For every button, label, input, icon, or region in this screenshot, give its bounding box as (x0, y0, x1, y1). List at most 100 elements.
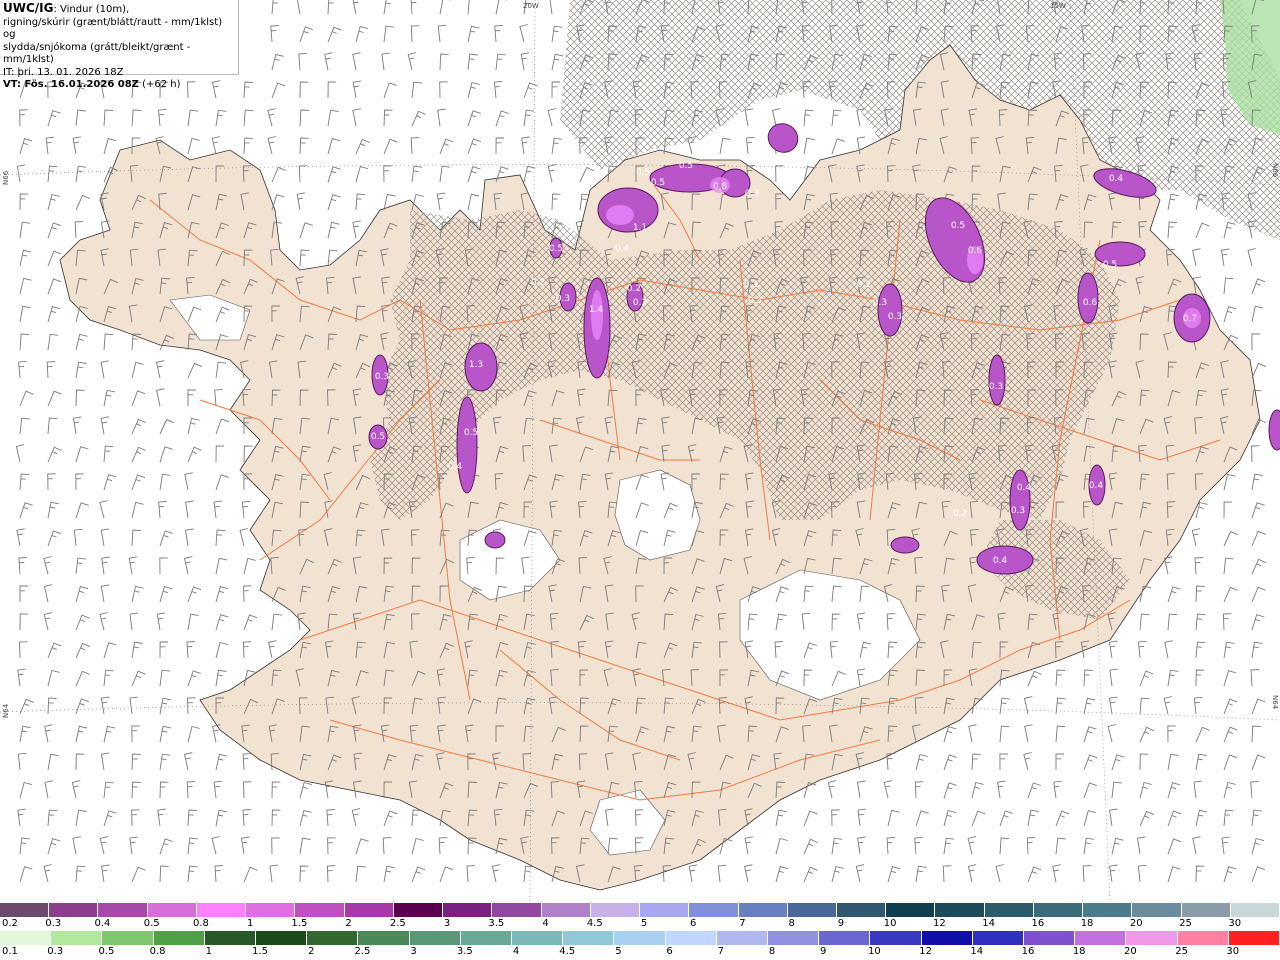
scale-tick-label: 2 (308, 946, 315, 957)
scale-tick-label: 20 (1129, 918, 1143, 929)
scale-swatch (1083, 903, 1133, 917)
scale-swatch (716, 931, 769, 945)
precip-value-label: 0.3 (745, 189, 759, 199)
scale-tick-label: 5 (640, 918, 648, 929)
scale-swatch (49, 903, 99, 917)
precip-value-label: 0.2 (857, 280, 871, 290)
scale-tick-label: 0.5 (143, 918, 160, 929)
scale-tick-label: 1.5 (252, 946, 268, 957)
scale-tick-label: 9 (837, 918, 845, 929)
precip-value-label: 0.2 (627, 284, 641, 294)
scale-tick-label: 10 (883, 918, 897, 929)
precip-value-label: 0.4 (993, 556, 1008, 566)
scale-tick-label: 0.8 (192, 918, 209, 929)
precip-value-label: 1.3 (469, 360, 483, 370)
scale-tick-label: 6 (666, 946, 673, 957)
scale-tick-label: 7 (717, 946, 724, 957)
lon-label-20w: 20W (523, 2, 539, 10)
lon-label-15w: 15W (1050, 2, 1066, 10)
scale-swatch (51, 931, 103, 945)
scale-swatch (246, 903, 296, 917)
precip-value-label: 0.3 (748, 296, 762, 306)
scale-tick-label: 1 (205, 946, 212, 957)
lat-label-left-bottom: N64 (2, 703, 10, 718)
scale-tick-label: 4 (542, 918, 549, 929)
precip-value-label: 0.4 (615, 244, 630, 254)
scale-swatch (886, 903, 936, 917)
lat-label-right-bottom: N64 (1271, 695, 1279, 710)
scale-tick-label: 3 (443, 918, 451, 929)
scale-swatch (460, 931, 513, 945)
scale-tick-label: 0.4 (94, 918, 111, 929)
precip-value-label: 0.3 (888, 312, 902, 322)
scale-swatch (787, 903, 837, 917)
scale-tick-label: 6 (690, 918, 697, 929)
precip-value-label: 0.5 (549, 244, 563, 254)
scale-tick-label: 4.5 (559, 946, 576, 957)
scale-swatch (344, 903, 394, 917)
scale-tick-label: 9 (820, 946, 827, 957)
scale-swatch (738, 903, 788, 917)
scale-tick-label: 14 (982, 918, 995, 929)
scale-tick-label: 18 (1080, 918, 1094, 929)
title-line2: rigning/skúrir (grænt/blátt/rautt - mm/1… (3, 16, 223, 41)
scale-swatch (1075, 931, 1127, 945)
scale-swatch (153, 931, 205, 945)
scale-swatch (393, 903, 444, 917)
scale-swatch (147, 903, 197, 917)
scale-tick-label: 18 (1072, 946, 1086, 957)
scale-swatch (0, 931, 52, 945)
scale-swatch (768, 931, 820, 945)
precip-value-label: 0.8 (713, 182, 728, 192)
scale-tick-label: 4.5 (586, 918, 603, 929)
precip-value-label: 0.5 (464, 428, 478, 438)
scale-tick-label: 1.5 (291, 918, 308, 929)
scale-swatch (590, 903, 641, 917)
scale-swatch (921, 931, 973, 945)
lat-label-left-top: N66 (2, 170, 10, 185)
valid-offset: (+62 h) (138, 79, 181, 90)
precip-value-label: 0.5 (636, 168, 650, 178)
scale-tick-label: 0.5 (98, 946, 115, 957)
scale-tick-label: 25 (1175, 946, 1188, 957)
precip-value-label: 0.2 (953, 509, 967, 519)
scale-swatch (492, 903, 542, 917)
scale-swatch (98, 903, 148, 917)
scale-swatch (689, 903, 739, 917)
precip-value-label: 0.3 (744, 280, 758, 290)
scale-tick-label: 12 (919, 946, 932, 957)
model-code: UWC/IG (3, 1, 54, 15)
scale-swatch (1033, 903, 1084, 917)
scale-tick-label: 8 (768, 946, 776, 957)
snow-scale-ticks: 0.2 0.3 0.4 0.5 0.8 1 1.5 2 2.5 3 3.5 4 4.5 5 6 7 8 9 10 12… (0, 918, 1280, 930)
precip-value-label: 0.5 (371, 432, 385, 442)
precip-value-label: 0.3 (375, 372, 389, 382)
scale-tick-label: 2.5 (389, 918, 406, 929)
precip-value-label: 0.5 (1103, 260, 1117, 270)
scale-tick-label: 30 (1226, 946, 1240, 957)
scale-tick-label: 0.1 (2, 946, 18, 957)
precip-value-label: 0.5 (951, 221, 965, 231)
scale-swatch (512, 931, 564, 945)
scale-tick-label: 25 (1179, 918, 1192, 929)
scale-tick-label: 2.5 (354, 946, 371, 957)
scale-tick-label: 20 (1124, 946, 1137, 957)
precip-value-label: 1.1 (633, 223, 647, 233)
scale-swatch (541, 903, 591, 917)
legend-scales: 0.2 0.3 0.4 0.5 0.8 1 1.5 2 2.5 3 3.5 4 4.5 5 6 7 8 9 10 12… (0, 902, 1280, 960)
scale-swatch (1126, 931, 1178, 945)
snow-color-scale (0, 903, 1280, 917)
scale-tick-label: 8 (788, 918, 795, 929)
scale-tick-label: 30 (1228, 918, 1242, 929)
scale-swatch (935, 903, 985, 917)
scale-tick-label: 3.5 (456, 946, 473, 957)
scale-swatch (443, 903, 493, 917)
scale-tick-label: 10 (868, 946, 881, 957)
precip-value-label: 0.4 (1017, 483, 1032, 493)
precip-value-label: 0.7 (1183, 314, 1197, 324)
scale-tick-label: 16 (1021, 946, 1035, 957)
rain-scale-ticks: 0.1 0.3 0.5 0.8 1 1.5 2 2.5 3 3.5 4 4.5 5 6 7 8 9 10 12 14 1… (0, 946, 1280, 958)
scale-swatch (972, 931, 1025, 945)
scale-swatch (665, 931, 717, 945)
scale-swatch (256, 931, 308, 945)
